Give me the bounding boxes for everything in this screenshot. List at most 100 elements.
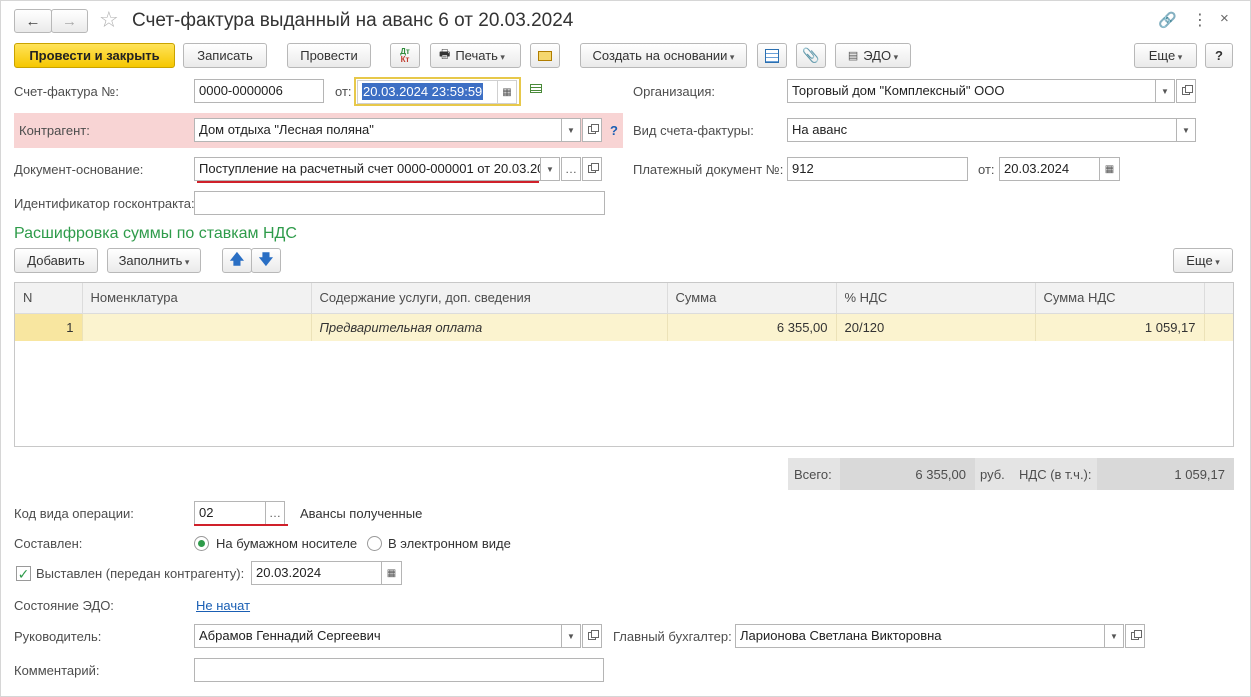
print-button[interactable]: 🖶 Печать: [430, 43, 521, 68]
counterparty-help-icon[interactable]: ?: [610, 123, 618, 139]
cell-content[interactable]: Предварительная оплата: [311, 313, 668, 341]
vat-breakdown-section-title: Расшифровка суммы по ставкам НДС: [14, 225, 297, 242]
head-label: Руководитель:: [14, 629, 102, 644]
chief-accountant-label: Главный бухгалтер:: [613, 629, 732, 644]
organization-label: Организация:: [633, 84, 716, 99]
more-label: Еще: [1149, 48, 1182, 63]
cell-n[interactable]: 1: [15, 313, 83, 341]
more-vertical-icon[interactable]: ⋮: [1192, 10, 1208, 30]
cell-nomenclature[interactable]: [82, 313, 312, 341]
payment-date-field[interactable]: 20.03.2024: [999, 157, 1100, 181]
comment-label: Комментарий:: [14, 663, 100, 678]
edo-state-label: Состояние ЭДО:: [14, 598, 114, 613]
edo-state-link[interactable]: Не начат: [196, 598, 250, 614]
operation-code-select-button[interactable]: …: [265, 501, 285, 525]
organization-dropdown-button[interactable]: ▼: [1155, 79, 1175, 103]
composed-label: Составлен:: [14, 536, 83, 551]
cell-spacer: [1204, 313, 1233, 341]
chevron-down-icon: ▼: [1161, 86, 1169, 96]
column-header-spacer: [1204, 283, 1233, 314]
column-header-vat-rate[interactable]: % НДС: [836, 283, 1036, 314]
close-icon[interactable]: ×: [1220, 10, 1229, 27]
head-field[interactable]: Абрамов Геннадий Сергеевич: [194, 624, 562, 648]
total-label: Всего:: [794, 467, 832, 482]
gov-contract-field[interactable]: [194, 191, 605, 215]
operation-code-description: Авансы полученные: [300, 506, 423, 521]
electronic-radio[interactable]: [367, 536, 382, 551]
operation-code-label: Код вида операции:: [14, 506, 134, 521]
history-icon[interactable]: [530, 84, 546, 98]
add-row-button[interactable]: Добавить: [14, 248, 98, 273]
edo-icon: ▤: [847, 50, 859, 62]
open-window-icon: [588, 163, 599, 173]
chief-accountant-field[interactable]: Ларионова Светлана Викторовна: [735, 624, 1105, 648]
forward-button[interactable]: →: [51, 9, 88, 33]
organization-open-button[interactable]: [1176, 79, 1196, 103]
comment-field[interactable]: [194, 658, 604, 682]
counterparty-dropdown-button[interactable]: ▼: [561, 118, 581, 142]
help-button[interactable]: ?: [1205, 43, 1233, 68]
invoice-type-field[interactable]: На аванс: [787, 118, 1177, 142]
move-up-button[interactable]: 🡅: [222, 248, 252, 273]
chief-accountant-open-button[interactable]: [1125, 624, 1145, 648]
table-more-button[interactable]: Еще: [1173, 248, 1233, 273]
table-row[interactable]: 1 Предварительная оплата 6 355,00 20/120…: [15, 313, 1233, 341]
column-header-nomenclature[interactable]: Номенклатура: [82, 283, 312, 314]
email-button[interactable]: [530, 43, 560, 68]
invoice-date-calendar-button[interactable]: ▦: [497, 80, 517, 104]
issued-label[interactable]: Выставлен (передан контрагенту):: [36, 566, 244, 582]
organization-field[interactable]: Торговый дом "Комплексный" ООО: [787, 79, 1156, 103]
cell-vat-sum[interactable]: 1 059,17: [1035, 313, 1205, 341]
head-dropdown-button[interactable]: ▼: [561, 624, 581, 648]
column-header-vat-sum[interactable]: Сумма НДС: [1035, 283, 1205, 314]
create-based-button[interactable]: Создать на основании: [580, 43, 747, 68]
invoice-number-field[interactable]: 0000-0000006: [194, 79, 324, 103]
favorite-star-icon[interactable]: ☆: [99, 8, 119, 32]
issued-checkbox[interactable]: ✓: [16, 566, 31, 581]
printer-icon: 🖶: [439, 47, 451, 61]
chief-accountant-dropdown-button[interactable]: ▼: [1104, 624, 1124, 648]
dtkt-button[interactable]: Дт Кт: [390, 43, 420, 68]
save-button[interactable]: Записать: [183, 43, 267, 68]
chevron-down-icon: ▼: [567, 631, 575, 641]
operation-code-field[interactable]: 02: [194, 501, 266, 525]
paper-radio-label[interactable]: На бумажном носителе: [216, 536, 357, 552]
counterparty-label: Контрагент:: [19, 123, 90, 138]
calendar-icon: ▦: [386, 567, 397, 579]
move-down-button[interactable]: 🡇: [251, 248, 281, 273]
link-icon[interactable]: 🔗: [1158, 11, 1177, 29]
basis-document-dropdown-button[interactable]: ▼: [540, 157, 560, 181]
arrow-up-icon: 🡅: [229, 250, 245, 267]
more-button[interactable]: Еще: [1134, 43, 1197, 68]
payment-date-from-label: от:: [978, 162, 995, 177]
basis-document-field[interactable]: Поступление на расчетный счет 0000-00000…: [194, 157, 541, 181]
open-window-icon: [1131, 630, 1142, 640]
column-header-content[interactable]: Содержание услуги, доп. сведения: [311, 283, 668, 314]
structure-button[interactable]: [757, 43, 787, 68]
issued-date-field[interactable]: 20.03.2024: [251, 561, 382, 585]
paper-radio[interactable]: [194, 536, 209, 551]
counterparty-field[interactable]: Дом отдыха "Лесная поляна": [194, 118, 562, 142]
payment-date-calendar-button[interactable]: ▦: [1100, 157, 1120, 181]
payment-document-field[interactable]: 912: [787, 157, 968, 181]
electronic-radio-label[interactable]: В электронном виде: [388, 536, 511, 552]
column-header-n[interactable]: N: [15, 283, 83, 314]
post-and-close-button[interactable]: Провести и закрыть: [14, 43, 175, 68]
edo-button[interactable]: ▤ ЭДО: [835, 43, 911, 68]
invoice-type-dropdown-button[interactable]: ▼: [1176, 118, 1196, 142]
chevron-down-icon: ▼: [546, 164, 554, 174]
attach-button[interactable]: 📎: [796, 43, 826, 68]
column-header-sum[interactable]: Сумма: [667, 283, 837, 314]
basis-document-select-button[interactable]: …: [561, 157, 581, 181]
issued-date-calendar-button[interactable]: ▦: [382, 561, 402, 585]
cell-vat-rate[interactable]: 20/120: [836, 313, 1036, 341]
invoice-date-field[interactable]: 20.03.2024 23:59:59: [357, 80, 498, 104]
fill-button[interactable]: Заполнить: [107, 248, 201, 273]
head-open-button[interactable]: [582, 624, 602, 648]
cell-sum[interactable]: 6 355,00: [667, 313, 837, 341]
counterparty-open-button[interactable]: [582, 118, 602, 142]
post-button[interactable]: Провести: [287, 43, 371, 68]
invoice-number-label: Счет-фактура №:: [14, 84, 119, 99]
back-button[interactable]: ←: [14, 9, 52, 33]
basis-document-open-button[interactable]: [582, 157, 602, 181]
